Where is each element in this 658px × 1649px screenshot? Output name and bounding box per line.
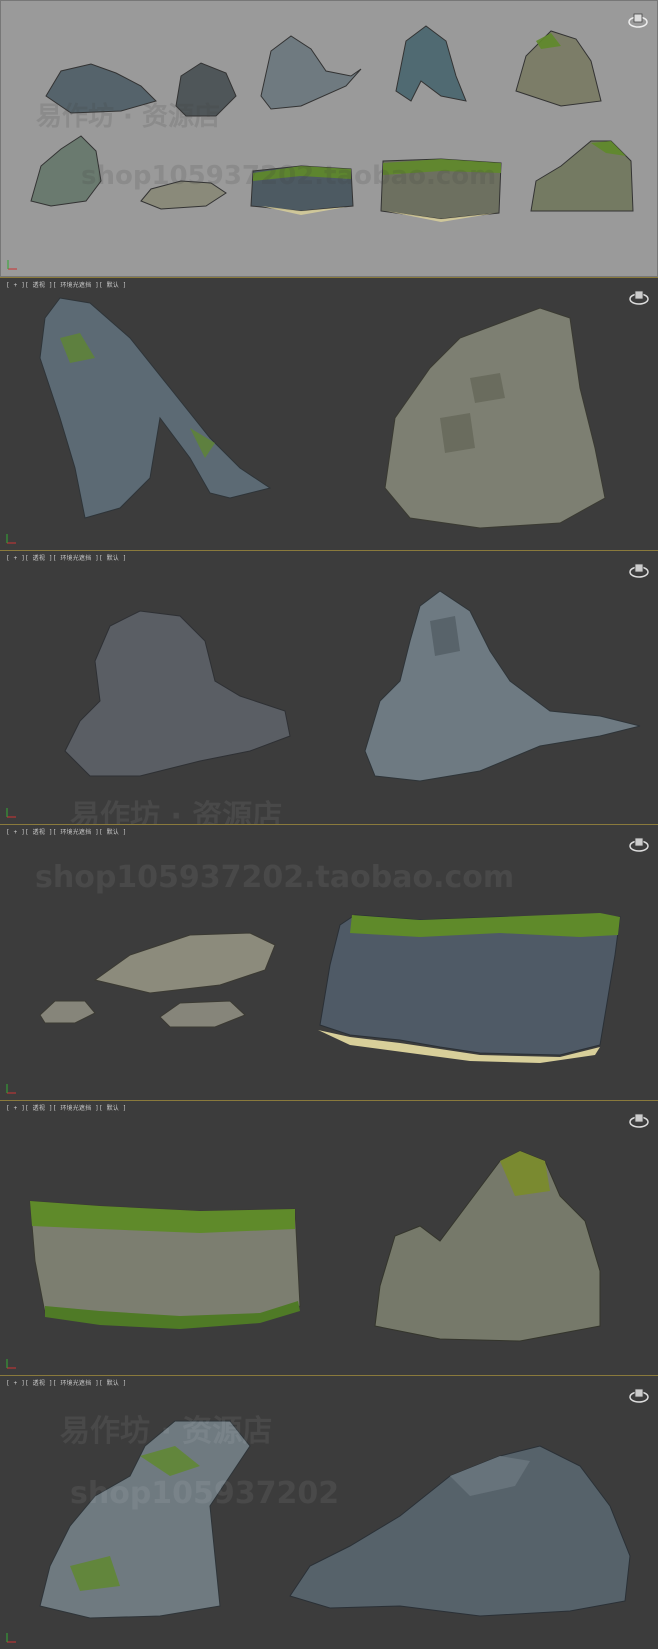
watermark-en: shop105937202.taobao.com <box>35 860 515 895</box>
viewport-3[interactable]: [ + ][ 透视 ][ 环境光遮挡 ][ 默认 ] 易作坊 · 资源店 <box>0 550 658 824</box>
viewport-5[interactable]: [ + ][ 透视 ][ 环境光遮挡 ][ 默认 ] <box>0 1100 658 1375</box>
viewport-overview[interactable]: 易作坊 · 资源店 shop105937202.taobao.com <box>0 0 658 277</box>
watermark-en: shop105937202 <box>70 1476 340 1511</box>
rocks-overview-scene <box>30 25 634 222</box>
axis-gizmo-icon <box>7 260 17 270</box>
viewcube-icon[interactable] <box>628 1111 650 1129</box>
axis-gizmo-icon <box>6 534 16 544</box>
viewcube-icon[interactable] <box>627 11 649 29</box>
viewport-2[interactable]: [ + ][ 透视 ][ 环境光遮挡 ][ 默认 ] <box>0 277 658 550</box>
viewcube-icon[interactable] <box>628 835 650 853</box>
viewport-4[interactable]: [ + ][ 透视 ][ 环境光遮挡 ][ 默认 ] shop105937202… <box>0 824 658 1100</box>
watermark-cn: 易作坊 · 资源店 <box>60 1414 273 1449</box>
viewcube-icon[interactable] <box>628 1386 650 1404</box>
watermark-cn: 易作坊 · 资源店 <box>70 799 283 824</box>
axis-gizmo-icon <box>6 808 16 818</box>
viewcube-icon[interactable] <box>628 288 650 306</box>
rock-pair-scene <box>29 1150 601 1342</box>
watermark-cn: 易作坊 · 资源店 <box>36 102 220 132</box>
axis-gizmo-icon <box>6 1084 16 1094</box>
axis-gizmo-icon <box>6 1359 16 1369</box>
axis-gizmo-icon <box>6 1633 16 1643</box>
viewport-6[interactable]: [ + ][ 透视 ][ 环境光遮挡 ][ 默认 ] 易作坊 · 资源店 sho… <box>0 1375 658 1649</box>
rock-pair-scene <box>64 590 641 782</box>
viewcube-icon[interactable] <box>628 561 650 579</box>
rock-pair-scene <box>39 297 606 529</box>
watermark-en: shop105937202.taobao.com <box>81 161 497 191</box>
